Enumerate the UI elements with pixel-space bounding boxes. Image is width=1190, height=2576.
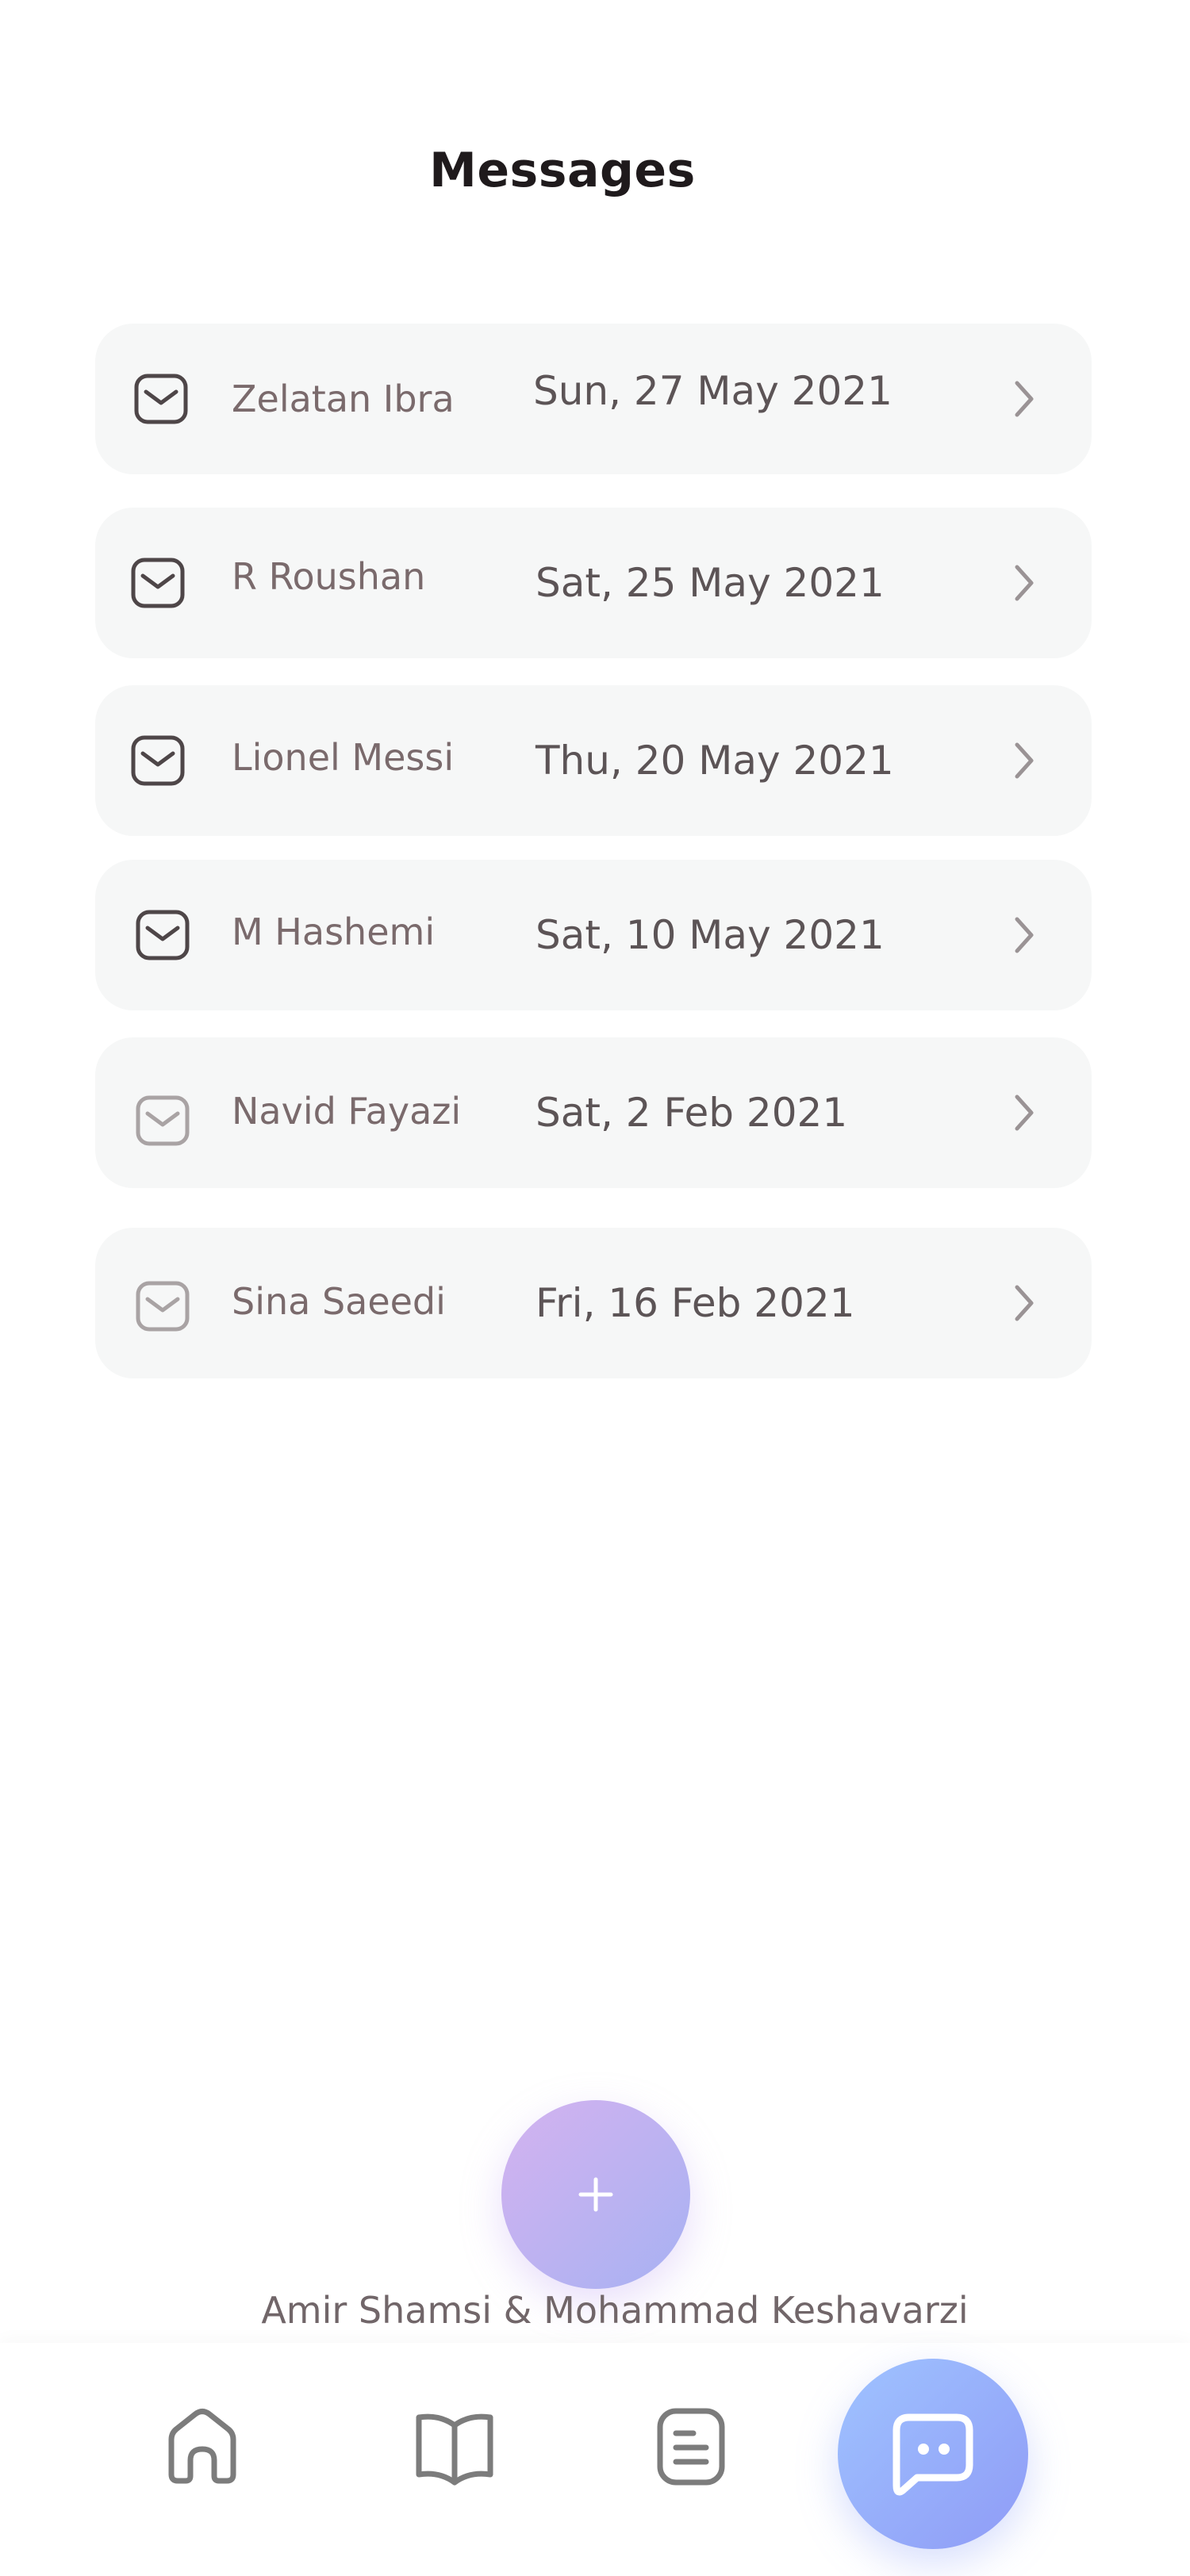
bottom-navigation bbox=[0, 2343, 1190, 2576]
home-icon bbox=[168, 2409, 236, 2484]
message-sender: R Roushan bbox=[232, 555, 426, 598]
nav-library[interactable] bbox=[411, 2403, 498, 2490]
chevron-right-icon bbox=[1015, 742, 1034, 779]
nav-messages[interactable] bbox=[838, 2359, 1028, 2549]
mail-icon bbox=[136, 1095, 190, 1146]
message-item-navid-fayazi[interactable]: Navid Fayazi Sat, 2 Feb 2021 bbox=[95, 1037, 1092, 1188]
plus-icon bbox=[578, 2177, 613, 2212]
nav-notes[interactable] bbox=[647, 2403, 735, 2490]
book-icon bbox=[416, 2413, 493, 2486]
message-date: Sun, 27 May 2021 bbox=[533, 368, 892, 414]
new-message-button[interactable] bbox=[501, 2100, 690, 2289]
mail-icon bbox=[131, 558, 185, 608]
nav-home[interactable] bbox=[159, 2403, 246, 2490]
chevron-right-icon bbox=[1015, 381, 1034, 417]
message-date: Fri, 16 Feb 2021 bbox=[536, 1280, 855, 1326]
credits-text: Amir Shamsi & Mohammad Keshavarzi bbox=[261, 2289, 969, 2332]
chevron-right-icon bbox=[1015, 1285, 1034, 1321]
message-date: Sat, 2 Feb 2021 bbox=[536, 1090, 848, 1136]
message-sender: Lionel Messi bbox=[232, 736, 455, 779]
message-list: Zelatan Ibra Sun, 27 May 2021 R Roushan … bbox=[0, 0, 1190, 1428]
message-item-r-roushan[interactable]: R Roushan Sat, 25 May 2021 bbox=[95, 508, 1092, 658]
document-icon bbox=[657, 2408, 725, 2486]
message-date: Thu, 20 May 2021 bbox=[536, 738, 894, 784]
mail-icon bbox=[131, 735, 185, 786]
chat-icon bbox=[892, 2413, 973, 2496]
message-sender: Zelatan Ibra bbox=[232, 378, 455, 420]
message-sender: Navid Fayazi bbox=[232, 1090, 462, 1133]
mail-icon bbox=[136, 1281, 190, 1332]
message-sender: Sina Saeedi bbox=[232, 1280, 446, 1323]
mail-icon bbox=[134, 374, 188, 424]
message-sender: M Hashemi bbox=[232, 910, 436, 953]
message-item-lionel-messi[interactable]: Lionel Messi Thu, 20 May 2021 bbox=[95, 685, 1092, 836]
message-item-m-hashemi[interactable]: M Hashemi Sat, 10 May 2021 bbox=[95, 860, 1092, 1010]
message-item-zelatan-ibra[interactable]: Zelatan Ibra Sun, 27 May 2021 bbox=[95, 324, 1092, 474]
chevron-right-icon bbox=[1015, 565, 1034, 601]
chevron-right-icon bbox=[1015, 917, 1034, 953]
mail-icon bbox=[136, 910, 190, 960]
message-date: Sat, 25 May 2021 bbox=[536, 560, 885, 606]
message-item-sina-saeedi[interactable]: Sina Saeedi Fri, 16 Feb 2021 bbox=[95, 1228, 1092, 1378]
chevron-right-icon bbox=[1015, 1094, 1034, 1131]
message-date: Sat, 10 May 2021 bbox=[536, 912, 885, 958]
